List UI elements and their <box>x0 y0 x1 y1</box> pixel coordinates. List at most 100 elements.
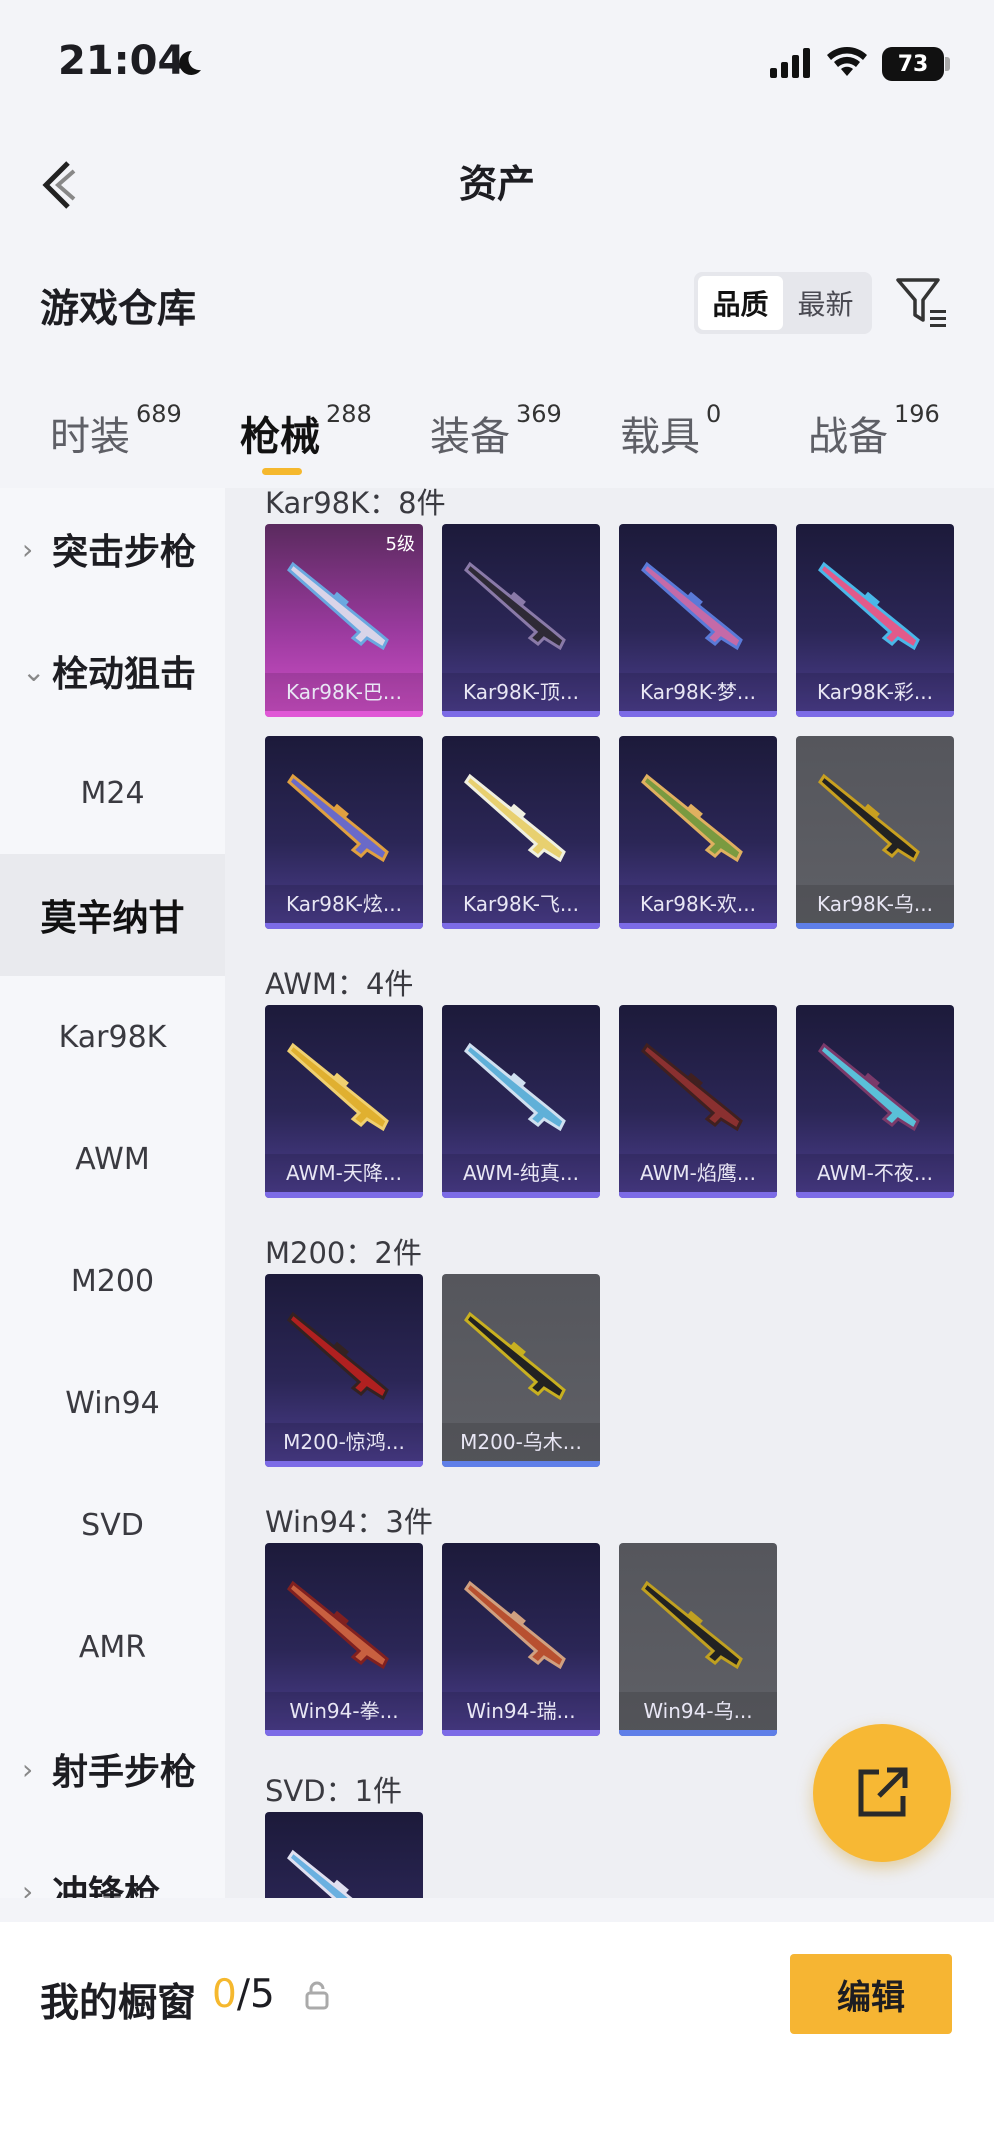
weapon-name: Win94-瑞... <box>442 1692 600 1730</box>
sidebar-item-label: 射手步枪 <box>52 1752 197 1793</box>
weapon-card[interactable]: Kar98K-乌... <box>796 736 954 929</box>
sidebar-item-label: 冲锋枪 <box>52 1874 161 1898</box>
sidebar-item-label: 突击步枪 <box>52 532 197 573</box>
sidebar-item-smg[interactable]: › 冲锋枪 <box>0 1830 225 1898</box>
sort-toggle: 品质 最新 <box>694 272 872 334</box>
weapon-card[interactable]: 5级 Kar98K-巴... <box>265 524 423 717</box>
share-external-icon <box>858 1767 908 1817</box>
nav-bar: 资产 <box>0 135 994 215</box>
weapon-name: Win94-乌... <box>619 1692 777 1730</box>
tab-count: 369 <box>516 400 562 428</box>
rifle-icon <box>287 1311 389 1401</box>
chevron-right-icon: › <box>22 532 34 566</box>
edit-button[interactable]: 编辑 <box>790 1954 952 2034</box>
weapon-grid: Kar98K：8件 5级 Kar98K-巴... Kar98K-顶... Kar98K-… <box>225 488 994 1898</box>
rifle-icon <box>464 1580 566 1670</box>
tab-label: 战备 <box>808 414 888 460</box>
tab-count: 288 <box>326 400 372 428</box>
sort-newest-button[interactable]: 最新 <box>783 276 868 330</box>
sidebar-item-label: 栓动狙击 <box>52 654 197 695</box>
warehouse-title: 游戏仓库 <box>40 287 197 332</box>
group-title: M200：2件 <box>265 1236 422 1270</box>
sidebar-item-kar98k[interactable]: Kar98K <box>0 976 225 1098</box>
sidebar-item-mosin[interactable]: 莫辛纳甘 <box>0 854 225 976</box>
sidebar-item-amr[interactable]: AMR <box>0 1586 225 1708</box>
tab-label: 时装 <box>50 414 130 460</box>
weapon-card[interactable] <box>265 1812 423 1898</box>
rifle-icon <box>464 1311 566 1401</box>
weapon-name: AWM-焰鹰... <box>619 1154 777 1192</box>
weapon-card[interactable]: Win94-拳... <box>265 1543 423 1736</box>
weapon-name: Kar98K-巴... <box>265 673 423 711</box>
rifle-icon <box>287 561 389 651</box>
weapon-name: Kar98K-彩... <box>796 673 954 711</box>
weapon-name: Kar98K-乌... <box>796 885 954 923</box>
rifle-icon <box>818 1042 920 1132</box>
sidebar-item-win94[interactable]: Win94 <box>0 1342 225 1464</box>
lock-icon <box>305 1981 329 2010</box>
rifle-icon <box>287 1042 389 1132</box>
tab-fashion[interactable]: 时装 689 <box>50 400 182 462</box>
weapon-card[interactable]: AWM-焰鹰... <box>619 1005 777 1198</box>
rifle-icon <box>287 773 389 863</box>
weapon-card[interactable]: Kar98K-飞... <box>442 736 600 929</box>
weapon-card[interactable]: AWM-纯真... <box>442 1005 600 1198</box>
weapon-name: AWM-天降... <box>265 1154 423 1192</box>
rifle-icon <box>641 561 743 651</box>
tab-count: 196 <box>894 400 940 428</box>
sort-quality-button[interactable]: 品质 <box>698 276 783 330</box>
tab-supplies[interactable]: 战备 196 <box>808 400 940 462</box>
active-tab-indicator <box>262 468 302 475</box>
weapon-card[interactable]: Kar98K-彩... <box>796 524 954 717</box>
signal-icon <box>770 48 810 78</box>
rifle-icon <box>287 1580 389 1670</box>
status-bar: 21:04 73 <box>0 0 994 125</box>
page-title: 资产 <box>458 162 535 206</box>
share-button[interactable] <box>813 1724 951 1862</box>
sidebar-item-bolt-sniper[interactable]: ⌄ 栓动狙击 <box>0 610 225 732</box>
chevron-right-icon: › <box>22 1874 34 1899</box>
tab-equipment[interactable]: 装备 369 <box>430 400 562 462</box>
group-title: Win94：3件 <box>265 1505 433 1539</box>
weapon-name: Kar98K-欢... <box>619 885 777 923</box>
moon-icon <box>179 50 201 75</box>
tab-label: 载具 <box>620 414 700 460</box>
sidebar-item-m200[interactable]: M200 <box>0 1220 225 1342</box>
tab-firearms[interactable]: 枪械 288 <box>240 400 372 462</box>
rifle-icon <box>464 561 566 651</box>
group-title: AWM：4件 <box>265 967 414 1001</box>
sidebar-item-m24[interactable]: M24 <box>0 732 225 854</box>
sidebar-item-svd[interactable]: SVD <box>0 1464 225 1586</box>
weapon-card[interactable]: AWM-天降... <box>265 1005 423 1198</box>
rifle-icon <box>641 773 743 863</box>
weapon-card[interactable]: M200-惊鸿... <box>265 1274 423 1467</box>
status-time: 21:04 <box>58 38 186 84</box>
weapon-name: AWM-不夜... <box>796 1154 954 1192</box>
weapon-card[interactable]: Kar98K-炫... <box>265 736 423 929</box>
sidebar-item-awm[interactable]: AWM <box>0 1098 225 1220</box>
showcase-bar: 我的橱窗 0/5 编辑 <box>0 1922 994 2152</box>
tab-label: 枪械 <box>240 414 320 460</box>
chevron-right-icon: › <box>22 1752 34 1786</box>
showcase-label: 我的橱窗 <box>40 1981 197 2026</box>
level-badge: 5级 <box>385 534 415 555</box>
weapon-card[interactable]: Kar98K-欢... <box>619 736 777 929</box>
tab-vehicles[interactable]: 载具 0 <box>620 400 721 462</box>
weapon-name: M200-乌木... <box>442 1423 600 1461</box>
weapon-sidebar: › 突击步枪 ⌄ 栓动狙击 M24 莫辛纳甘 Kar98K AWM M200 Win… <box>0 488 225 1898</box>
weapon-card[interactable]: Win94-瑞... <box>442 1543 600 1736</box>
sidebar-item-marksman[interactable]: › 射手步枪 <box>0 1708 225 1830</box>
weapon-card[interactable]: Kar98K-顶... <box>442 524 600 717</box>
weapon-card[interactable]: M200-乌木... <box>442 1274 600 1467</box>
weapon-card[interactable]: Win94-乌... <box>619 1543 777 1736</box>
weapon-card[interactable]: AWM-不夜... <box>796 1005 954 1198</box>
showcase-max: /5 <box>236 1972 275 2017</box>
sidebar-item-assault-rifle[interactable]: › 突击步枪 <box>0 488 225 610</box>
weapon-card[interactable]: Kar98K-梦... <box>619 524 777 717</box>
filter-icon[interactable] <box>894 274 950 330</box>
showcase-count: 0/5 <box>212 1972 275 2017</box>
weapon-name: Kar98K-顶... <box>442 673 600 711</box>
showcase-current: 0 <box>212 1972 237 2017</box>
weapon-name: Kar98K-梦... <box>619 673 777 711</box>
category-tabs: 时装 689 枪械 288 装备 369 载具 0 战备 196 <box>0 400 994 480</box>
